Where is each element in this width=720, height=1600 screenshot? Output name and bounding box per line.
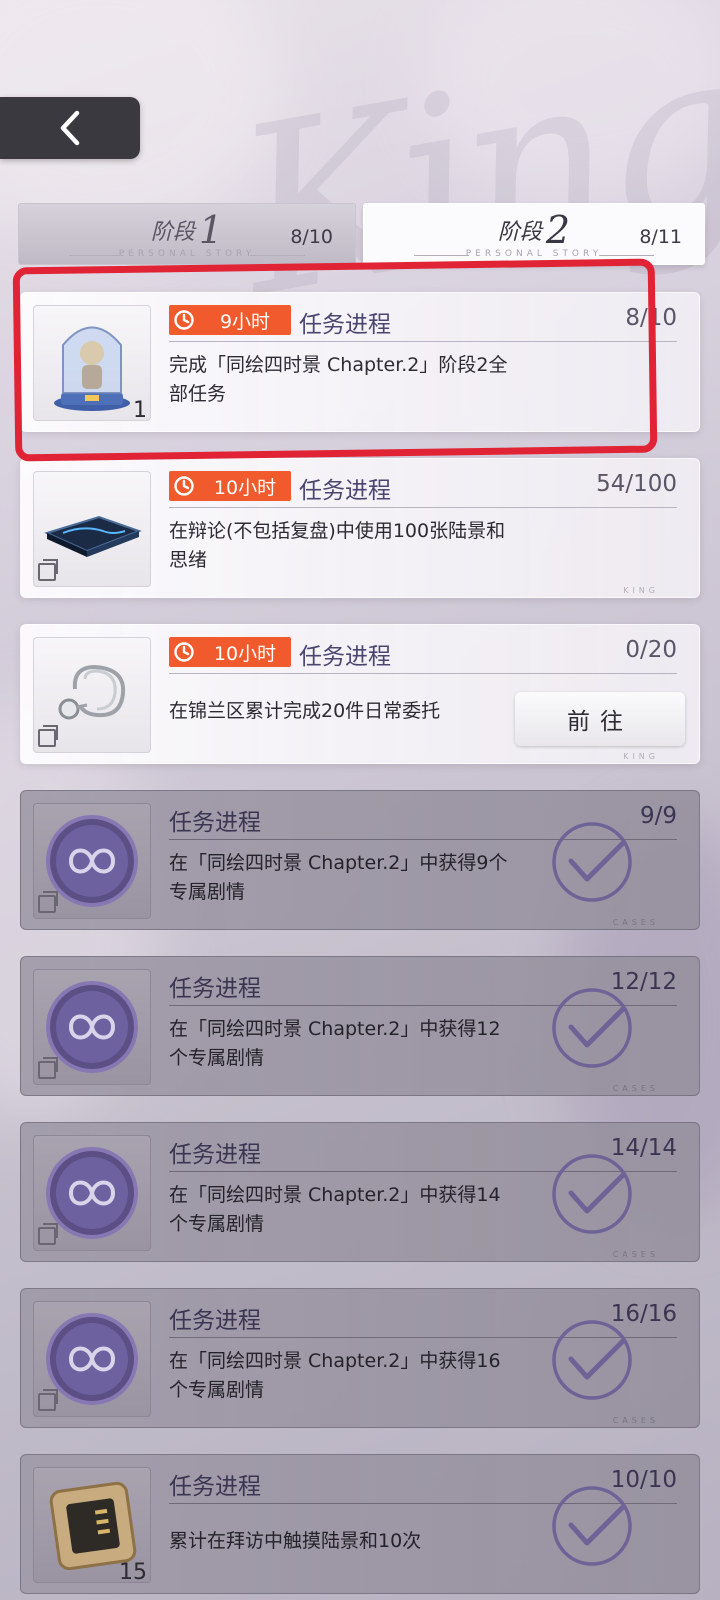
stack-icon [38, 1223, 58, 1245]
task-label: 任务进程 [169, 1142, 261, 1168]
tab-stage-2[interactable]: 阶段 2 PERSONAL STORY 8/11 [363, 203, 705, 265]
tab-progress-count: 8/10 [290, 226, 333, 248]
timer-badge: 10小时 [169, 637, 291, 667]
tab-subtitle: PERSONAL STORY [414, 249, 654, 259]
tab-stage-number: 2 [545, 208, 571, 252]
stack-icon [38, 559, 58, 581]
task-card: 任务进程 12/12 在「同绘四时景 Chapter.2」中获得12个专属剧情 … [20, 956, 700, 1096]
tab-stage-number: 1 [198, 208, 224, 252]
task-description: 在锦兰区累计完成20件日常委托 [169, 700, 441, 722]
task-label: 任务进程 [169, 1308, 261, 1334]
reward-item[interactable] [33, 969, 151, 1085]
tab-stage-label: 阶段 [497, 220, 542, 245]
task-label: 任务进程 [299, 478, 391, 504]
reward-item[interactable] [33, 1301, 151, 1417]
tab-stage-label: 阶段 [150, 220, 195, 245]
stack-icon [38, 725, 58, 747]
chevron-left-icon [60, 110, 80, 146]
tab-progress-count: 8/11 [639, 226, 682, 248]
task-card: 任务进程 9/9 在「同绘四时景 Chapter.2」中获得9个专属剧情 CAS… [20, 790, 700, 930]
task-description: 在「同绘四时景 Chapter.2」中获得16个专属剧情 [169, 1350, 501, 1401]
checkmark-icon [552, 822, 632, 902]
reward-item[interactable] [33, 637, 151, 753]
task-card: 任务进程 16/16 在「同绘四时景 Chapter.2」中获得16个专属剧情 … [20, 1288, 700, 1428]
timer-value: 10小时 [213, 476, 277, 499]
task-label: 任务进程 [299, 644, 391, 670]
back-button[interactable] [0, 97, 140, 159]
task-card: 任务进程 14/14 在「同绘四时景 Chapter.2」中获得14个专属剧情 … [20, 1122, 700, 1262]
checkmark-icon [552, 1486, 632, 1566]
tab-subtitle: PERSONAL STORY [69, 249, 305, 259]
timer-badge: 10小时 [169, 471, 291, 501]
task-description: 在辩论(不包括复盘)中使用100张陆景和思绪 [169, 520, 506, 571]
task-progress: 0/20 [625, 637, 677, 663]
divider [169, 507, 677, 508]
task-progress: 54/100 [596, 471, 677, 497]
task-label: 任务进程 [169, 976, 261, 1002]
stack-icon [38, 891, 58, 913]
task-progress: 9/9 [639, 803, 677, 829]
task-label: 任务进程 [169, 1474, 261, 1500]
reward-item[interactable] [33, 803, 151, 919]
go-button[interactable]: 前往 [515, 692, 685, 746]
reward-item[interactable] [33, 1135, 151, 1251]
reward-item[interactable] [33, 471, 151, 587]
divider [169, 673, 677, 674]
tab-stage-1[interactable]: 阶段 1 PERSONAL STORY 8/10 [18, 203, 356, 265]
clock-icon [174, 476, 194, 496]
highlight-annotation [12, 258, 658, 462]
task-label: 任务进程 [169, 810, 261, 836]
task-card: 10小时 任务进程 0/20 在锦兰区累计完成20件日常委托 前往 KING [20, 624, 700, 764]
task-description: 在「同绘四时景 Chapter.2」中获得9个专属剧情 [169, 852, 508, 903]
stack-icon [38, 1057, 58, 1079]
clock-icon [174, 642, 194, 662]
task-card: 15 任务进程 10/10 累计在拜访中触摸陆景和10次 [20, 1454, 700, 1594]
task-card: 10小时 任务进程 54/100 在辩论(不包括复盘)中使用100张陆景和思绪 … [20, 458, 700, 598]
timer-value: 10小时 [213, 642, 277, 665]
reward-quantity: 15 [119, 1560, 147, 1583]
checkmark-icon [552, 988, 632, 1068]
task-description: 在「同绘四时景 Chapter.2」中获得14个专属剧情 [169, 1184, 501, 1235]
checkmark-icon [552, 1154, 632, 1234]
checkmark-icon [552, 1320, 632, 1400]
reward-item[interactable]: 15 [33, 1467, 151, 1583]
task-description: 累计在拜访中触摸陆景和10次 [169, 1530, 422, 1552]
stack-icon [38, 1389, 58, 1411]
task-description: 在「同绘四时景 Chapter.2」中获得12个专属剧情 [169, 1018, 501, 1069]
